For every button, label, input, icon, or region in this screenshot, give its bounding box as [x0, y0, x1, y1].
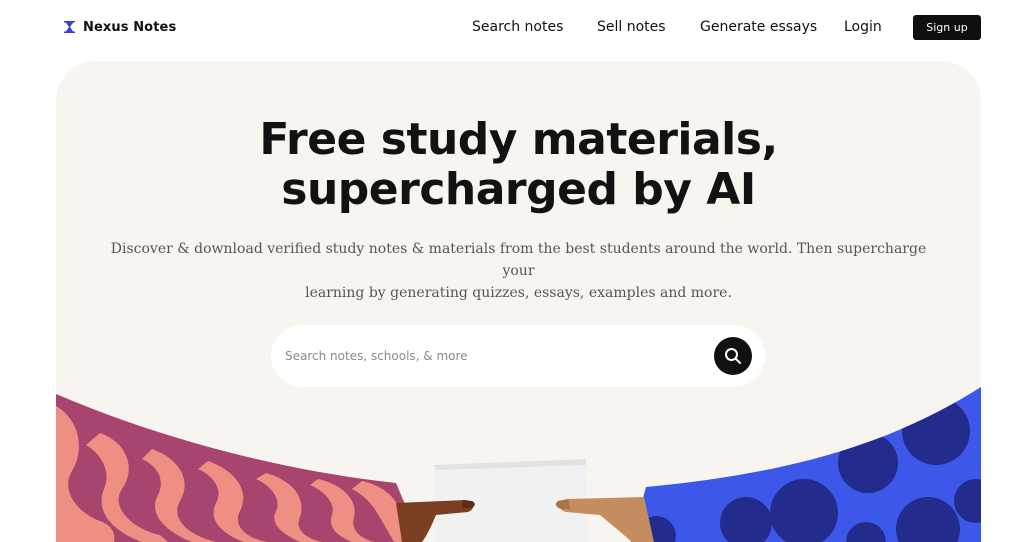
brand-logo-link[interactable]: Nexus Notes [64, 18, 176, 36]
nav-search-notes-link[interactable]: Search notes [472, 19, 563, 35]
nav-login-link[interactable]: Login [844, 19, 882, 35]
left-patterned-sleeve [56, 394, 421, 542]
brand-name: Nexus Notes [83, 19, 177, 35]
right-polka-dot-sleeve [631, 387, 981, 542]
hero-section: Free study materials, supercharged by AI… [56, 61, 981, 542]
nav-sell-notes-link[interactable]: Sell notes [597, 19, 666, 35]
signup-button[interactable]: Sign up [913, 15, 981, 40]
top-navigation-bar: Nexus Notes Search notes Sell notes Gene… [0, 0, 1024, 54]
hands-exchanging-paper-illustration [56, 387, 981, 542]
hourglass-logo-icon [64, 21, 75, 33]
nav-generate-essays-link[interactable]: Generate essays [700, 19, 817, 35]
